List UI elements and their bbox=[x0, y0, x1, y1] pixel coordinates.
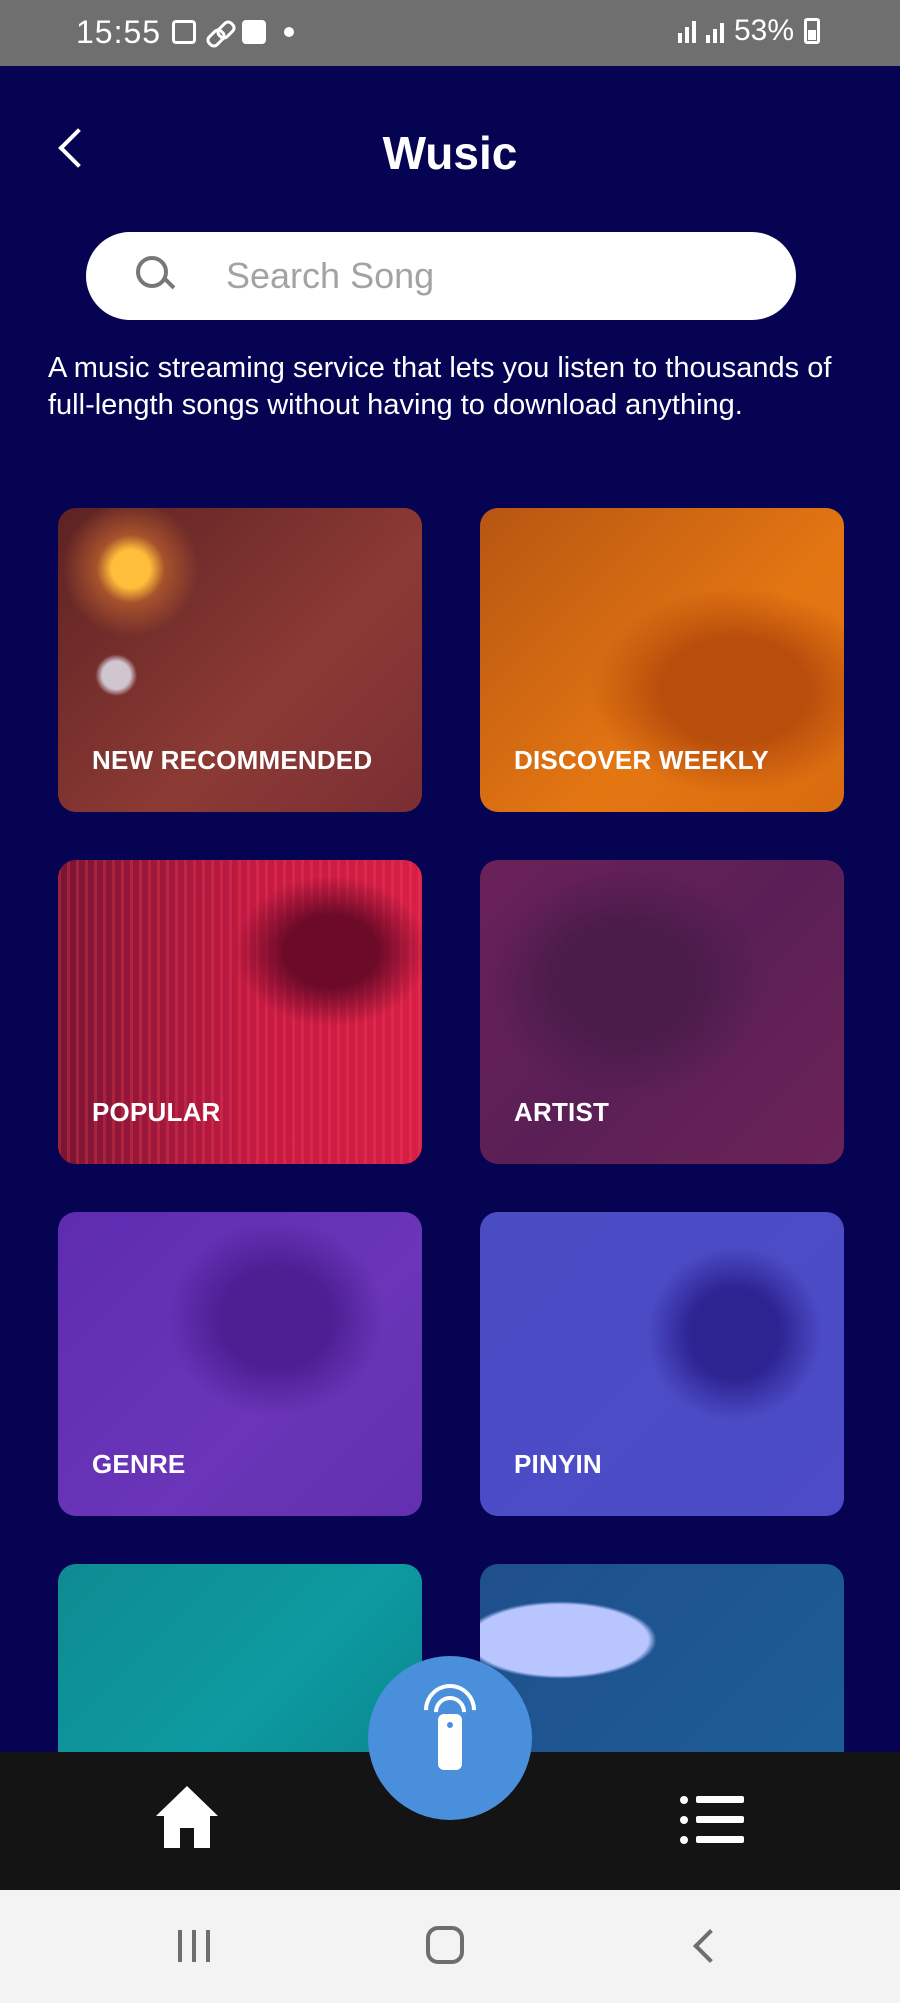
remote-control-button[interactable] bbox=[368, 1656, 532, 1820]
recent-apps-icon[interactable] bbox=[178, 1930, 212, 1962]
search-icon bbox=[136, 256, 176, 296]
category-card-pinyin[interactable]: PINYIN bbox=[480, 1212, 844, 1516]
home-icon[interactable] bbox=[152, 1786, 222, 1852]
category-label: NEW RECOMMENDED bbox=[92, 745, 373, 775]
battery-percent: 53% bbox=[733, 14, 794, 47]
category-label: ARTIST bbox=[514, 1097, 610, 1127]
remote-icon bbox=[438, 1714, 462, 1770]
system-home-icon[interactable] bbox=[426, 1926, 464, 1964]
category-label: POPULAR bbox=[92, 1097, 221, 1127]
search-bar[interactable] bbox=[86, 232, 796, 320]
category-card-discover-weekly[interactable]: DISCOVER WEEKLY bbox=[480, 508, 844, 812]
notification-icons bbox=[172, 20, 294, 44]
category-card-artist[interactable]: ARTIST bbox=[480, 860, 844, 1164]
app-notification-icon bbox=[242, 20, 266, 44]
page-title: Wusic bbox=[382, 127, 518, 179]
cell-signal-icon bbox=[705, 19, 724, 43]
category-card-popular[interactable]: POPULAR bbox=[58, 860, 422, 1164]
gallery-notification-icon bbox=[172, 20, 196, 44]
category-label: PINYIN bbox=[514, 1449, 602, 1479]
category-card-7[interactable] bbox=[58, 1564, 422, 1754]
category-label: DISCOVER WEEKLY bbox=[514, 745, 769, 775]
list-icon[interactable] bbox=[680, 1796, 744, 1844]
more-notifications-dot-icon bbox=[284, 27, 294, 37]
status-bar: 15:55 53% bbox=[0, 0, 900, 66]
status-time: 15:55 bbox=[76, 14, 162, 50]
system-status-icons: 53% bbox=[677, 14, 820, 48]
category-card-genre[interactable]: GENRE bbox=[58, 1212, 422, 1516]
search-input[interactable] bbox=[226, 250, 746, 302]
link-notification-icon bbox=[206, 21, 232, 43]
wifi-signal-icon bbox=[677, 19, 696, 43]
battery-icon bbox=[804, 18, 820, 44]
app-description: A music streaming service that lets you … bbox=[48, 352, 832, 421]
category-card-new-recommended[interactable]: NEW RECOMMENDED bbox=[58, 508, 422, 812]
category-label: GENRE bbox=[92, 1449, 186, 1479]
category-card-8[interactable] bbox=[480, 1564, 844, 1754]
system-navigation-bar bbox=[0, 1890, 900, 2003]
system-back-icon[interactable] bbox=[690, 1928, 720, 1964]
